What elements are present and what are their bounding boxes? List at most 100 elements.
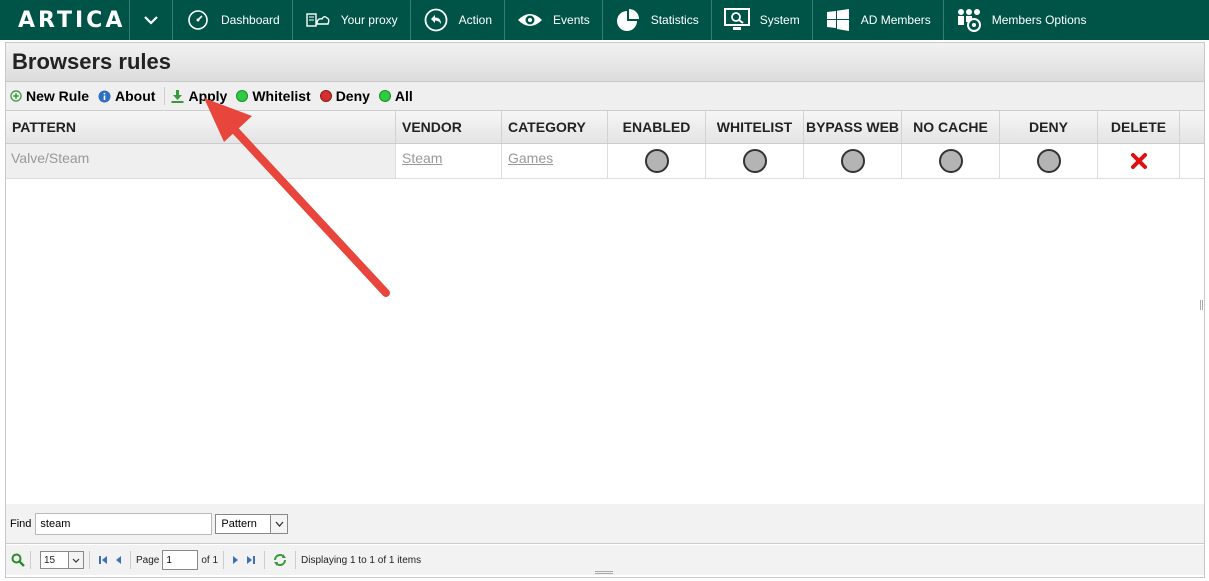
- vendor-link[interactable]: Steam: [402, 150, 442, 166]
- next-page-icon: [233, 556, 239, 564]
- pie-chart-icon: [615, 7, 641, 33]
- find-label: Find: [10, 517, 32, 530]
- no-cache-toggle[interactable]: [938, 149, 963, 173]
- rows-per-page-select[interactable]: 15: [40, 551, 84, 569]
- nav-item-ad-members[interactable]: AD Members: [813, 0, 944, 40]
- column-header-bypass-web[interactable]: BYPASS WEB: [804, 111, 902, 143]
- green-dot-icon: [236, 90, 249, 102]
- download-icon: [171, 89, 184, 103]
- all-filter-button[interactable]: All: [378, 88, 413, 104]
- page-number-input[interactable]: [162, 550, 199, 570]
- cell-category: Games: [502, 144, 608, 178]
- artica-logo[interactable]: ARTICA: [0, 0, 130, 40]
- chevron-down-icon: [144, 16, 158, 25]
- windows-logo-icon: [825, 7, 851, 33]
- nav-item-label: Statistics: [650, 13, 699, 27]
- eye-icon: [517, 7, 543, 33]
- column-header-pattern[interactable]: PATTERN: [6, 111, 396, 143]
- first-page-button[interactable]: [98, 555, 108, 565]
- pager-divider: [264, 551, 266, 569]
- pager-divider: [295, 551, 297, 569]
- plus-circle-icon: [10, 90, 22, 102]
- green-dot-icon: [378, 90, 391, 102]
- cell-deny: [1000, 144, 1098, 178]
- apply-button[interactable]: Apply: [171, 88, 227, 104]
- refresh-button[interactable]: [273, 554, 287, 566]
- category-link[interactable]: Games: [508, 150, 553, 166]
- about-button[interactable]: About: [98, 88, 155, 104]
- first-page-icon: [99, 556, 107, 564]
- deny-label: Deny: [335, 88, 370, 104]
- previous-page-button[interactable]: [114, 555, 122, 565]
- delete-x-icon[interactable]: [1130, 153, 1147, 169]
- monitor-icon: [723, 7, 750, 33]
- deny-toggle[interactable]: [1036, 149, 1061, 173]
- apply-label: Apply: [188, 88, 228, 104]
- enabled-toggle[interactable]: [644, 149, 669, 173]
- toolbar-divider: [164, 87, 166, 105]
- search-field-value: Pattern: [221, 517, 257, 530]
- nav-item-label: Members Options: [991, 13, 1087, 27]
- refresh-icon: [274, 554, 287, 566]
- table-row[interactable]: Valve/Steam Steam Games: [6, 144, 1204, 179]
- nav-item-your-proxy[interactable]: Your proxy: [293, 0, 411, 40]
- red-dot-icon: [319, 90, 332, 102]
- column-header-delete[interactable]: DELETE: [1098, 111, 1180, 143]
- top-navigation-bar: ARTICA Dashboard Your proxy Action Event…: [0, 0, 1209, 40]
- members-gear-icon: [956, 7, 982, 33]
- column-header-category[interactable]: CATEGORY: [502, 111, 608, 143]
- nav-menu-dropdown[interactable]: [130, 0, 173, 40]
- search-field-select[interactable]: Pattern: [215, 513, 289, 534]
- whitelist-label: Whitelist: [252, 88, 311, 104]
- cell-vendor: Steam: [396, 144, 502, 178]
- cell-enabled: [608, 144, 706, 178]
- nav-item-label: AD Members: [860, 13, 931, 27]
- nav-item-label: Action: [458, 13, 493, 27]
- nav-item-members-options[interactable]: Members Options: [944, 0, 1099, 40]
- nav-item-label: Events: [553, 13, 590, 27]
- whitelist-toggle[interactable]: [742, 149, 767, 173]
- table-header: PATTERN VENDOR CATEGORY ENABLED WHITELIS…: [6, 111, 1204, 144]
- deny-filter-button[interactable]: Deny: [319, 88, 370, 104]
- nav-item-action[interactable]: Action: [411, 0, 506, 40]
- cell-bypass-web: [804, 144, 902, 178]
- cell-delete: [1098, 144, 1180, 178]
- new-rule-label: New Rule: [26, 88, 90, 104]
- column-header-enabled[interactable]: ENABLED: [608, 111, 706, 143]
- info-icon: [98, 90, 111, 102]
- about-label: About: [115, 88, 156, 104]
- column-header-no-cache[interactable]: NO CACHE: [902, 111, 1000, 143]
- chevron-down-icon: [270, 514, 288, 533]
- nav-item-statistics[interactable]: Statistics: [603, 0, 712, 40]
- all-label: All: [394, 88, 413, 104]
- cell-pattern[interactable]: Valve/Steam: [6, 144, 396, 178]
- search-icon[interactable]: [11, 553, 25, 567]
- whitelist-filter-button[interactable]: Whitelist: [236, 88, 311, 104]
- next-page-button[interactable]: [232, 555, 240, 565]
- column-header-deny[interactable]: DENY: [1000, 111, 1098, 143]
- nav-item-dashboard[interactable]: Dashboard: [173, 0, 293, 40]
- browsers-rules-panel: Browsers rules New Rule About Apply Whit…: [5, 42, 1205, 578]
- column-header-whitelist[interactable]: WHITELIST: [706, 111, 804, 143]
- panel-resize-handle[interactable]: [1200, 300, 1203, 310]
- cell-whitelist: [706, 144, 804, 178]
- nav-item-system[interactable]: System: [712, 0, 813, 40]
- previous-page-icon: [116, 556, 121, 564]
- title-bar: Browsers rules: [6, 43, 1204, 82]
- last-page-icon: [247, 556, 256, 564]
- nav-item-events[interactable]: Events: [505, 0, 603, 40]
- pager-divider: [30, 551, 31, 569]
- rows-per-page-value: 15: [44, 554, 56, 566]
- new-rule-button[interactable]: New Rule: [10, 88, 89, 104]
- page-title: Browsers rules: [12, 49, 171, 74]
- bypass-web-toggle[interactable]: [840, 149, 865, 173]
- proxy-cloud-icon: [305, 7, 331, 33]
- column-header-vendor[interactable]: VENDOR: [396, 111, 502, 143]
- pager-divider: [223, 551, 225, 569]
- nav-item-label: Your proxy: [340, 13, 398, 27]
- dashboard-gauge-icon: [185, 7, 211, 33]
- search-input[interactable]: [35, 512, 213, 535]
- last-page-button[interactable]: [246, 555, 256, 565]
- pager-divider: [89, 551, 90, 569]
- bottom-resize-handle[interactable]: [595, 571, 613, 574]
